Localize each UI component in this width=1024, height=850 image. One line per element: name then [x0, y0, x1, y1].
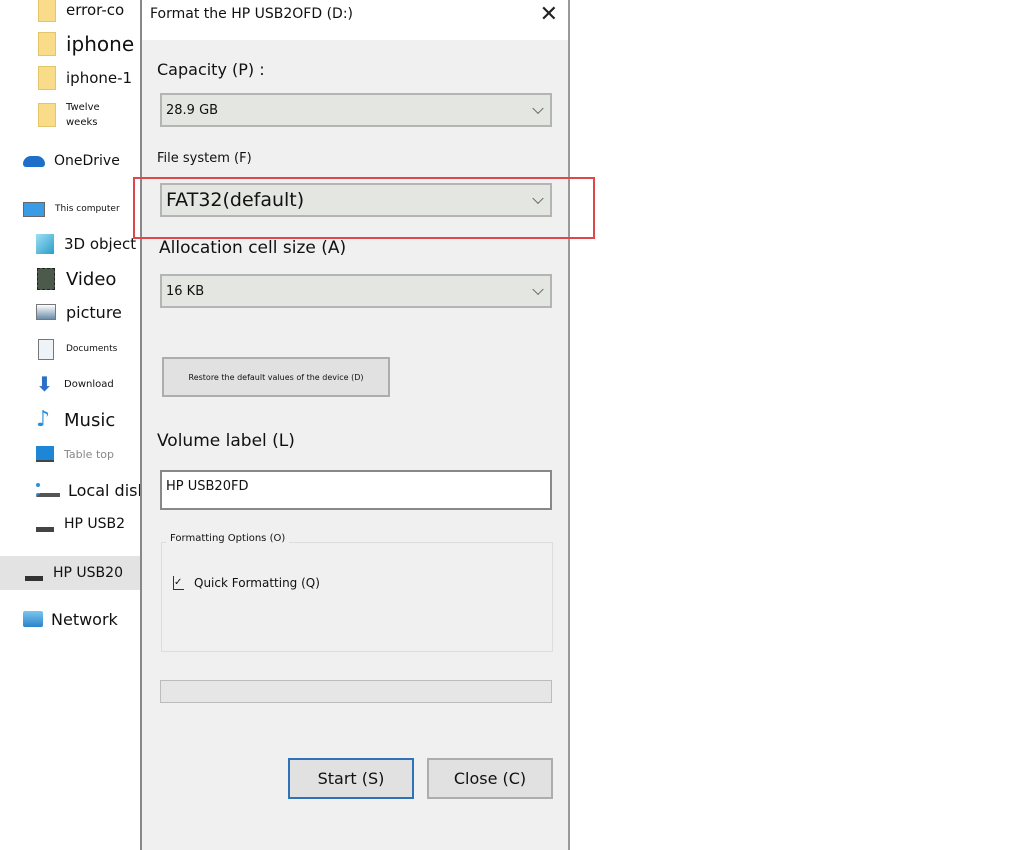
- nav-item-error-co[interactable]: error-co: [0, 0, 140, 22]
- volume-label: Volume label (L): [157, 431, 295, 451]
- dialog-title-bar: Format the HP USB2OFD (D:) ✕: [142, 0, 568, 40]
- chevron-down-icon: [532, 283, 544, 296]
- nav-item-download[interactable]: ⬇ Download: [0, 372, 140, 396]
- format-progress-bar: [160, 680, 552, 703]
- nav-item-hp-usb20[interactable]: HP USB20: [0, 556, 140, 590]
- nav-item-video[interactable]: Video: [0, 266, 140, 292]
- formatting-options-legend: Formatting Options (O): [166, 533, 290, 544]
- folder-icon: [38, 32, 56, 56]
- capacity-label: Capacity (P) :: [157, 60, 265, 79]
- download-arrow-icon: ⬇: [36, 372, 53, 396]
- nav-item-this-computer[interactable]: This computer: [0, 198, 140, 220]
- nav-item-hp-usb2[interactable]: HP USB2: [0, 513, 140, 535]
- filesystem-label: File system (F): [157, 151, 252, 166]
- nav-item-iphone-1[interactable]: iphone-1: [0, 66, 140, 90]
- quick-format-checkbox[interactable]: ✓ Quick Formatting (Q): [173, 576, 320, 590]
- restore-defaults-button[interactable]: Restore the default values of the device…: [162, 357, 390, 397]
- formatting-options-group: [161, 542, 553, 652]
- nav-item-iphone[interactable]: iphone: [0, 30, 140, 58]
- folder-icon: [38, 103, 56, 127]
- nav-item-picture[interactable]: picture: [0, 300, 140, 324]
- navigation-pane: error-co iphone iphone-1 Twelve weeks On…: [0, 0, 147, 850]
- allocation-select[interactable]: 16 KB: [160, 274, 552, 308]
- allocation-label: Allocation cell size (A): [159, 238, 347, 258]
- highlight-box: [133, 177, 595, 239]
- disk-icon: [36, 483, 60, 497]
- start-button[interactable]: Start (S): [288, 758, 414, 799]
- nav-item-table-top[interactable]: Table top: [0, 443, 140, 465]
- cube-icon: [36, 234, 54, 254]
- computer-icon: [23, 201, 45, 217]
- desktop-icon: [36, 446, 54, 462]
- nav-item-music[interactable]: ♪ Music: [0, 407, 140, 433]
- film-icon: [37, 268, 55, 290]
- checkmark-icon: ✓: [173, 576, 184, 590]
- network-icon: [23, 611, 43, 627]
- close-icon[interactable]: ✕: [540, 2, 558, 27]
- folder-icon: [38, 66, 56, 90]
- music-note-icon: ♪: [36, 407, 51, 432]
- nav-item-onedrive[interactable]: OneDrive: [0, 150, 140, 172]
- chevron-down-icon: [532, 102, 544, 115]
- nav-item-twelve-weeks[interactable]: Twelve weeks: [0, 100, 140, 130]
- document-icon: [38, 338, 54, 360]
- volume-label-input[interactable]: HP USB20FD: [160, 470, 552, 510]
- picture-icon: [36, 304, 56, 320]
- dialog-title: Format the HP USB2OFD (D:): [150, 6, 353, 22]
- capacity-select[interactable]: 28.9 GB: [160, 93, 552, 127]
- nav-item-network[interactable]: Network: [0, 606, 140, 632]
- nav-item-documents[interactable]: Documents: [0, 338, 140, 360]
- usb-drive-icon: [25, 575, 43, 581]
- cloud-icon: [23, 155, 45, 167]
- nav-item-local-disk[interactable]: Local disk: [0, 478, 147, 502]
- close-button[interactable]: Close (C): [427, 758, 553, 799]
- nav-item-3d-object[interactable]: 3D object: [0, 232, 140, 256]
- format-dialog: Format the HP USB2OFD (D:) ✕ Capacity (P…: [140, 0, 570, 850]
- folder-icon: [38, 0, 56, 22]
- usb-drive-icon: [36, 526, 54, 532]
